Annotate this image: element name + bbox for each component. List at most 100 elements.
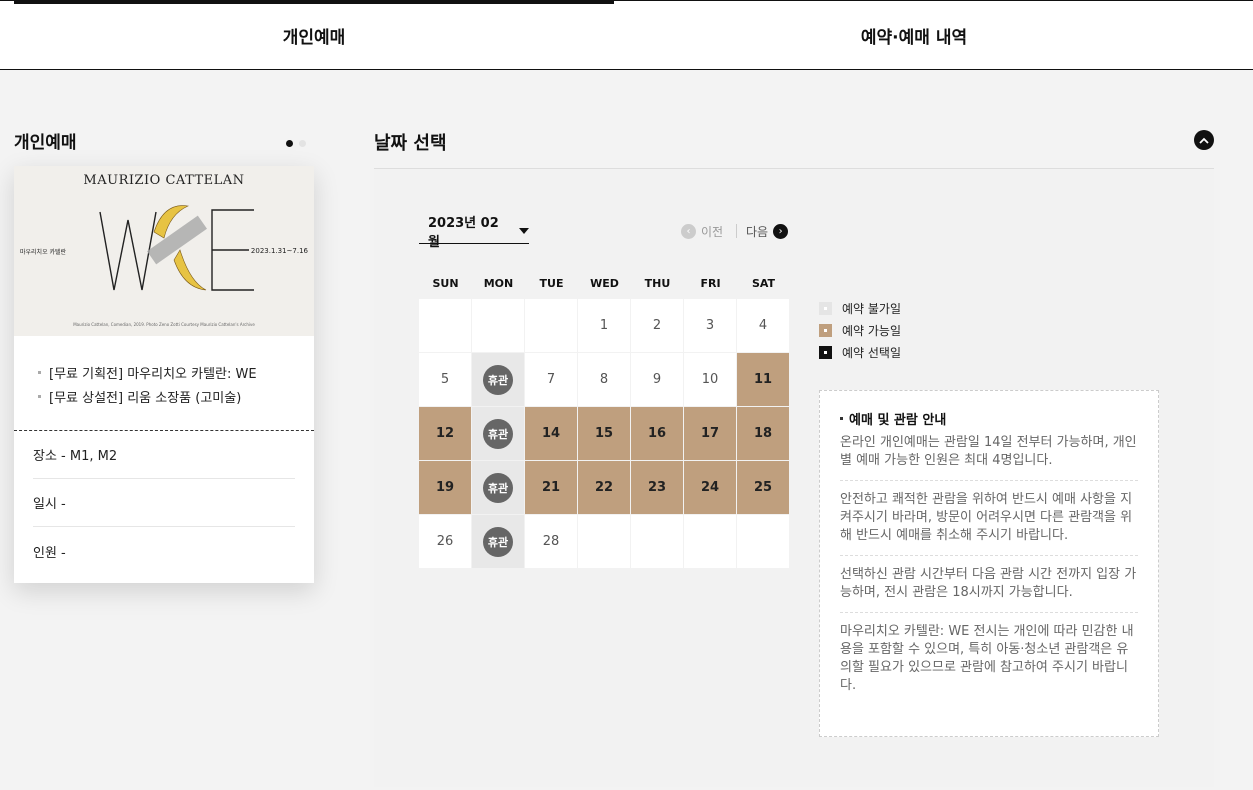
legend-label: 예약 선택일 bbox=[842, 345, 902, 360]
program-item[interactable]: [무료 기획전] 마우리치오 카텔란: WE bbox=[38, 360, 314, 384]
calendar-empty-cell bbox=[684, 515, 736, 568]
calendar-day: 9 bbox=[631, 353, 683, 406]
calendar-day[interactable]: 23 bbox=[631, 461, 683, 514]
calendar-empty-cell bbox=[578, 515, 630, 568]
calendar-day[interactable]: 16 bbox=[631, 407, 683, 460]
tab-booking-history[interactable]: 예약·예매 내역 bbox=[614, 1, 1214, 70]
closed-badge: 휴관 bbox=[483, 364, 513, 395]
prev-month-button[interactable]: ‹ 이전 bbox=[681, 223, 723, 240]
next-month-label: 다음 bbox=[746, 225, 769, 239]
banana-artwork-icon bbox=[99, 205, 254, 291]
notice-title-text: 예매 및 관람 안내 bbox=[849, 413, 947, 428]
program-item[interactable]: [무료 상설전] 리움 소장품 (고미술) bbox=[38, 384, 314, 408]
bullet-icon bbox=[38, 370, 41, 374]
weekday-label: MON bbox=[483, 277, 514, 290]
calendar-day: 28 bbox=[525, 515, 577, 568]
notice-paragraph: 마우리치오 카텔란: WE 전시는 개인에 따라 민감한 내용을 포함할 수 있… bbox=[840, 624, 1134, 693]
booking-notice: 예매 및 관람 안내 온라인 개인예매는 관람일 14일 전부터 가능하며, 개… bbox=[819, 390, 1159, 737]
calendar-day: 3 bbox=[684, 299, 736, 352]
calendar-empty-cell bbox=[472, 299, 524, 352]
calendar-day: 5 bbox=[419, 353, 471, 406]
weekday-label: TUE bbox=[539, 277, 564, 290]
program-item-label: [무료 상설전] 리움 소장품 (고미술) bbox=[49, 390, 242, 406]
chevron-up-icon bbox=[1199, 137, 1209, 144]
calendar-grid: 1 2 3 4 5 휴관 7 8 9 10 11 12 휴관 14 15 16 17 18 19 휴관 21 22 23 24… bbox=[419, 299, 790, 568]
next-month-button[interactable]: 다음 › bbox=[746, 223, 789, 240]
calendar-day: 10 bbox=[684, 353, 736, 406]
legend-item: 예약 선택일 bbox=[819, 341, 901, 363]
calendar-day: 1 bbox=[578, 299, 630, 352]
closed-badge: 휴관 bbox=[483, 526, 513, 557]
collapse-button[interactable] bbox=[1194, 130, 1214, 150]
calendar-day[interactable]: 14 bbox=[525, 407, 577, 460]
calendar-empty-cell bbox=[419, 299, 471, 352]
chevron-right-icon: › bbox=[773, 224, 789, 239]
carousel-dot-2[interactable] bbox=[299, 140, 306, 147]
legend-selected-swatch bbox=[819, 345, 832, 359]
legend-item: 예약 불가일 bbox=[819, 297, 901, 319]
info-place: 장소 - M1, M2 bbox=[33, 431, 295, 479]
calendar-day[interactable]: 18 bbox=[737, 407, 789, 460]
month-select-label: 2023년 02월 bbox=[428, 216, 499, 250]
poster-dates: 2023.1.31~7.16 bbox=[250, 247, 308, 255]
weekday-label: SUN bbox=[432, 277, 459, 290]
calendar-day[interactable]: 11 bbox=[737, 353, 789, 406]
calendar-legend: 예약 불가일 예약 가능일 예약 선택일 bbox=[819, 297, 901, 363]
booking-tabs: 개인예매 예약·예매 내역 bbox=[0, 0, 1253, 70]
bullet-icon bbox=[38, 394, 41, 398]
legend-label: 예약 불가일 bbox=[842, 301, 902, 316]
month-select[interactable]: 2023년 02월 bbox=[419, 216, 529, 250]
info-people: 인원 - bbox=[33, 545, 66, 561]
calendar-day[interactable]: 19 bbox=[419, 461, 471, 514]
chevron-left-icon: ‹ bbox=[681, 224, 696, 239]
poster-title: MAURIZIO CATTELAN bbox=[83, 173, 245, 188]
info-datetime: 일시 - bbox=[33, 479, 295, 527]
program-list: [무료 기획전] 마우리치오 카텔란: WE [무료 상설전] 리움 소장품 (… bbox=[14, 336, 314, 430]
carousel-dot-1[interactable] bbox=[286, 140, 293, 147]
notice-paragraph: 온라인 개인예매는 관람일 14일 전부터 가능하며, 개인별 예매 가능한 인… bbox=[840, 434, 1138, 481]
weekday-label: SAT bbox=[751, 277, 776, 290]
legend-unavailable-swatch bbox=[819, 301, 832, 315]
poster-artist-ko: 마우리치오 카텔란 bbox=[20, 249, 67, 256]
calendar-empty-cell bbox=[631, 515, 683, 568]
calendar-day: 26 bbox=[419, 515, 471, 568]
exhibition-card: MAURIZIO CATTELAN 마우리치오 카텔란 2023.1.31~7.… bbox=[14, 166, 314, 583]
closed-badge: 휴관 bbox=[483, 472, 513, 503]
calendar-day: 2 bbox=[631, 299, 683, 352]
calendar-day: 휴관 bbox=[472, 461, 524, 514]
calendar-day: 휴관 bbox=[472, 515, 524, 568]
legend-item: 예약 가능일 bbox=[819, 319, 901, 341]
prev-month-label: 이전 bbox=[701, 225, 724, 239]
notice-title: 예매 및 관람 안내 bbox=[840, 409, 1138, 428]
closed-badge: 휴관 bbox=[483, 418, 513, 449]
poster-credit: Maurizio Cattelan, Comedian, 2019. Photo… bbox=[73, 322, 255, 327]
weekday-label: FRI bbox=[700, 277, 721, 290]
calendar-day: 휴관 bbox=[472, 407, 524, 460]
calendar-day[interactable]: 24 bbox=[684, 461, 736, 514]
calendar-day[interactable]: 12 bbox=[419, 407, 471, 460]
calendar-day[interactable]: 25 bbox=[737, 461, 789, 514]
calendar-day[interactable]: 21 bbox=[525, 461, 577, 514]
calendar-day[interactable]: 17 bbox=[684, 407, 736, 460]
legend-available-swatch bbox=[819, 323, 832, 337]
calendar-day[interactable]: 22 bbox=[578, 461, 630, 514]
calendar-empty-cell bbox=[737, 515, 789, 568]
caret-down-icon bbox=[519, 228, 529, 234]
left-panel-title: 개인예매 bbox=[14, 133, 77, 153]
calendar-day: 7 bbox=[525, 353, 577, 406]
date-select-title: 날짜 선택 bbox=[374, 133, 447, 154]
calendar-day: 8 bbox=[578, 353, 630, 406]
legend-label: 예약 가능일 bbox=[842, 323, 902, 338]
weekday-header: SUN MON TUE WED THU FRI SAT bbox=[419, 277, 790, 290]
notice-paragraph: 안전하고 쾌적한 관람을 위하여 반드시 예매 사항을 지켜주시기 바라며, 방… bbox=[840, 491, 1138, 556]
tab-personal-booking[interactable]: 개인예매 bbox=[14, 1, 614, 70]
notice-paragraph: 선택하신 관람 시간부터 다음 관람 시간 전까지 입장 가능하며, 전시 관람… bbox=[840, 566, 1138, 613]
calendar-day[interactable]: 15 bbox=[578, 407, 630, 460]
calendar-day: 4 bbox=[737, 299, 789, 352]
weekday-label: WED bbox=[590, 277, 619, 290]
divider bbox=[736, 224, 737, 238]
weekday-label: THU bbox=[644, 277, 671, 290]
calendar-day: 휴관 bbox=[472, 353, 524, 406]
program-item-label: [무료 기획전] 마우리치오 카텔란: WE bbox=[49, 366, 257, 382]
exhibition-poster: MAURIZIO CATTELAN 마우리치오 카텔란 2023.1.31~7.… bbox=[14, 166, 314, 336]
